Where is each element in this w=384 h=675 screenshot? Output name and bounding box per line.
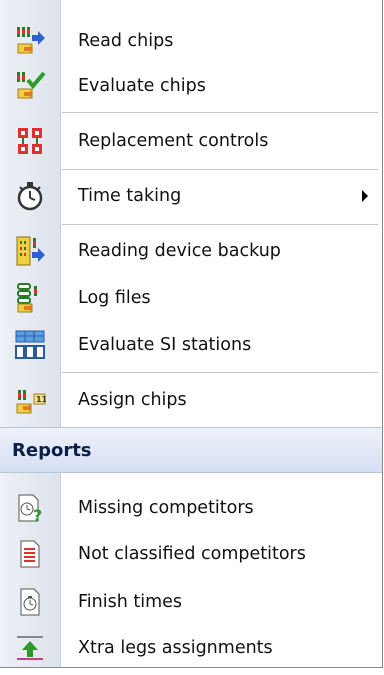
svg-text:11: 11 bbox=[36, 395, 46, 404]
menu-item-evaluate-si-stations[interactable]: Evaluate SI stations bbox=[0, 322, 382, 368]
reports-section-header: Reports bbox=[0, 427, 382, 473]
not-classified-icon bbox=[0, 538, 60, 570]
menu-item-label: Log files bbox=[78, 288, 151, 308]
read-chips-icon bbox=[0, 25, 60, 57]
menu-item-label: Reading device backup bbox=[78, 241, 281, 261]
context-menu: Read chips Evaluate chips Replacement co… bbox=[0, 0, 383, 668]
stopwatch-icon bbox=[0, 180, 60, 212]
menu-item-evaluate-chips[interactable]: Evaluate chips bbox=[0, 64, 382, 108]
section-title: Reports bbox=[12, 439, 92, 461]
menu-item-read-chips[interactable]: Read chips bbox=[0, 19, 382, 63]
menu-item-label: Not classified competitors bbox=[78, 544, 306, 564]
menu-item-label: Evaluate chips bbox=[78, 76, 206, 96]
menu-item-label: Xtra legs assignments bbox=[78, 638, 273, 658]
log-files-icon bbox=[0, 282, 60, 314]
menu-item-finish-times[interactable]: Finish times bbox=[0, 579, 382, 625]
menu-item-label: Time taking bbox=[78, 186, 182, 206]
menu-separator bbox=[62, 372, 378, 373]
menu-separator bbox=[62, 112, 378, 113]
menu-item-label: Replacement controls bbox=[78, 131, 269, 151]
menu-item-assign-chips[interactable]: 11 Assign chips bbox=[0, 377, 382, 423]
finish-times-icon bbox=[0, 586, 60, 618]
device-backup-icon bbox=[0, 235, 60, 267]
menu-item-reading-device-backup[interactable]: Reading device backup bbox=[0, 228, 382, 274]
missing-competitors-icon: ? bbox=[0, 492, 60, 524]
menu-item-label: Read chips bbox=[78, 31, 174, 51]
menu-item-label: Evaluate SI stations bbox=[78, 335, 252, 355]
menu-item-log-files[interactable]: Log files bbox=[0, 275, 382, 321]
evaluate-chips-icon bbox=[0, 70, 60, 102]
menu-item-label: Assign chips bbox=[78, 390, 187, 410]
submenu-arrow-icon bbox=[362, 190, 368, 202]
menu-item-xtra-legs-assignments[interactable]: Xtra legs assignments bbox=[0, 626, 382, 670]
xtra-legs-icon bbox=[0, 632, 60, 664]
menu-item-not-classified-competitors[interactable]: Not classified competitors bbox=[0, 531, 382, 577]
menu-item-label: Finish times bbox=[78, 592, 183, 612]
svg-text:?: ? bbox=[33, 506, 42, 524]
si-stations-icon bbox=[0, 329, 60, 361]
menu-separator bbox=[62, 169, 378, 170]
assign-chips-icon: 11 bbox=[0, 384, 60, 416]
menu-item-label: Missing competitors bbox=[78, 498, 254, 518]
replacement-controls-icon bbox=[0, 125, 60, 157]
menu-item-time-taking[interactable]: Time taking bbox=[0, 173, 382, 219]
menu-item-missing-competitors[interactable]: ? Missing competitors bbox=[0, 486, 382, 530]
menu-item-replacement-controls[interactable]: Replacement controls bbox=[0, 118, 382, 164]
menu-separator bbox=[62, 224, 378, 225]
